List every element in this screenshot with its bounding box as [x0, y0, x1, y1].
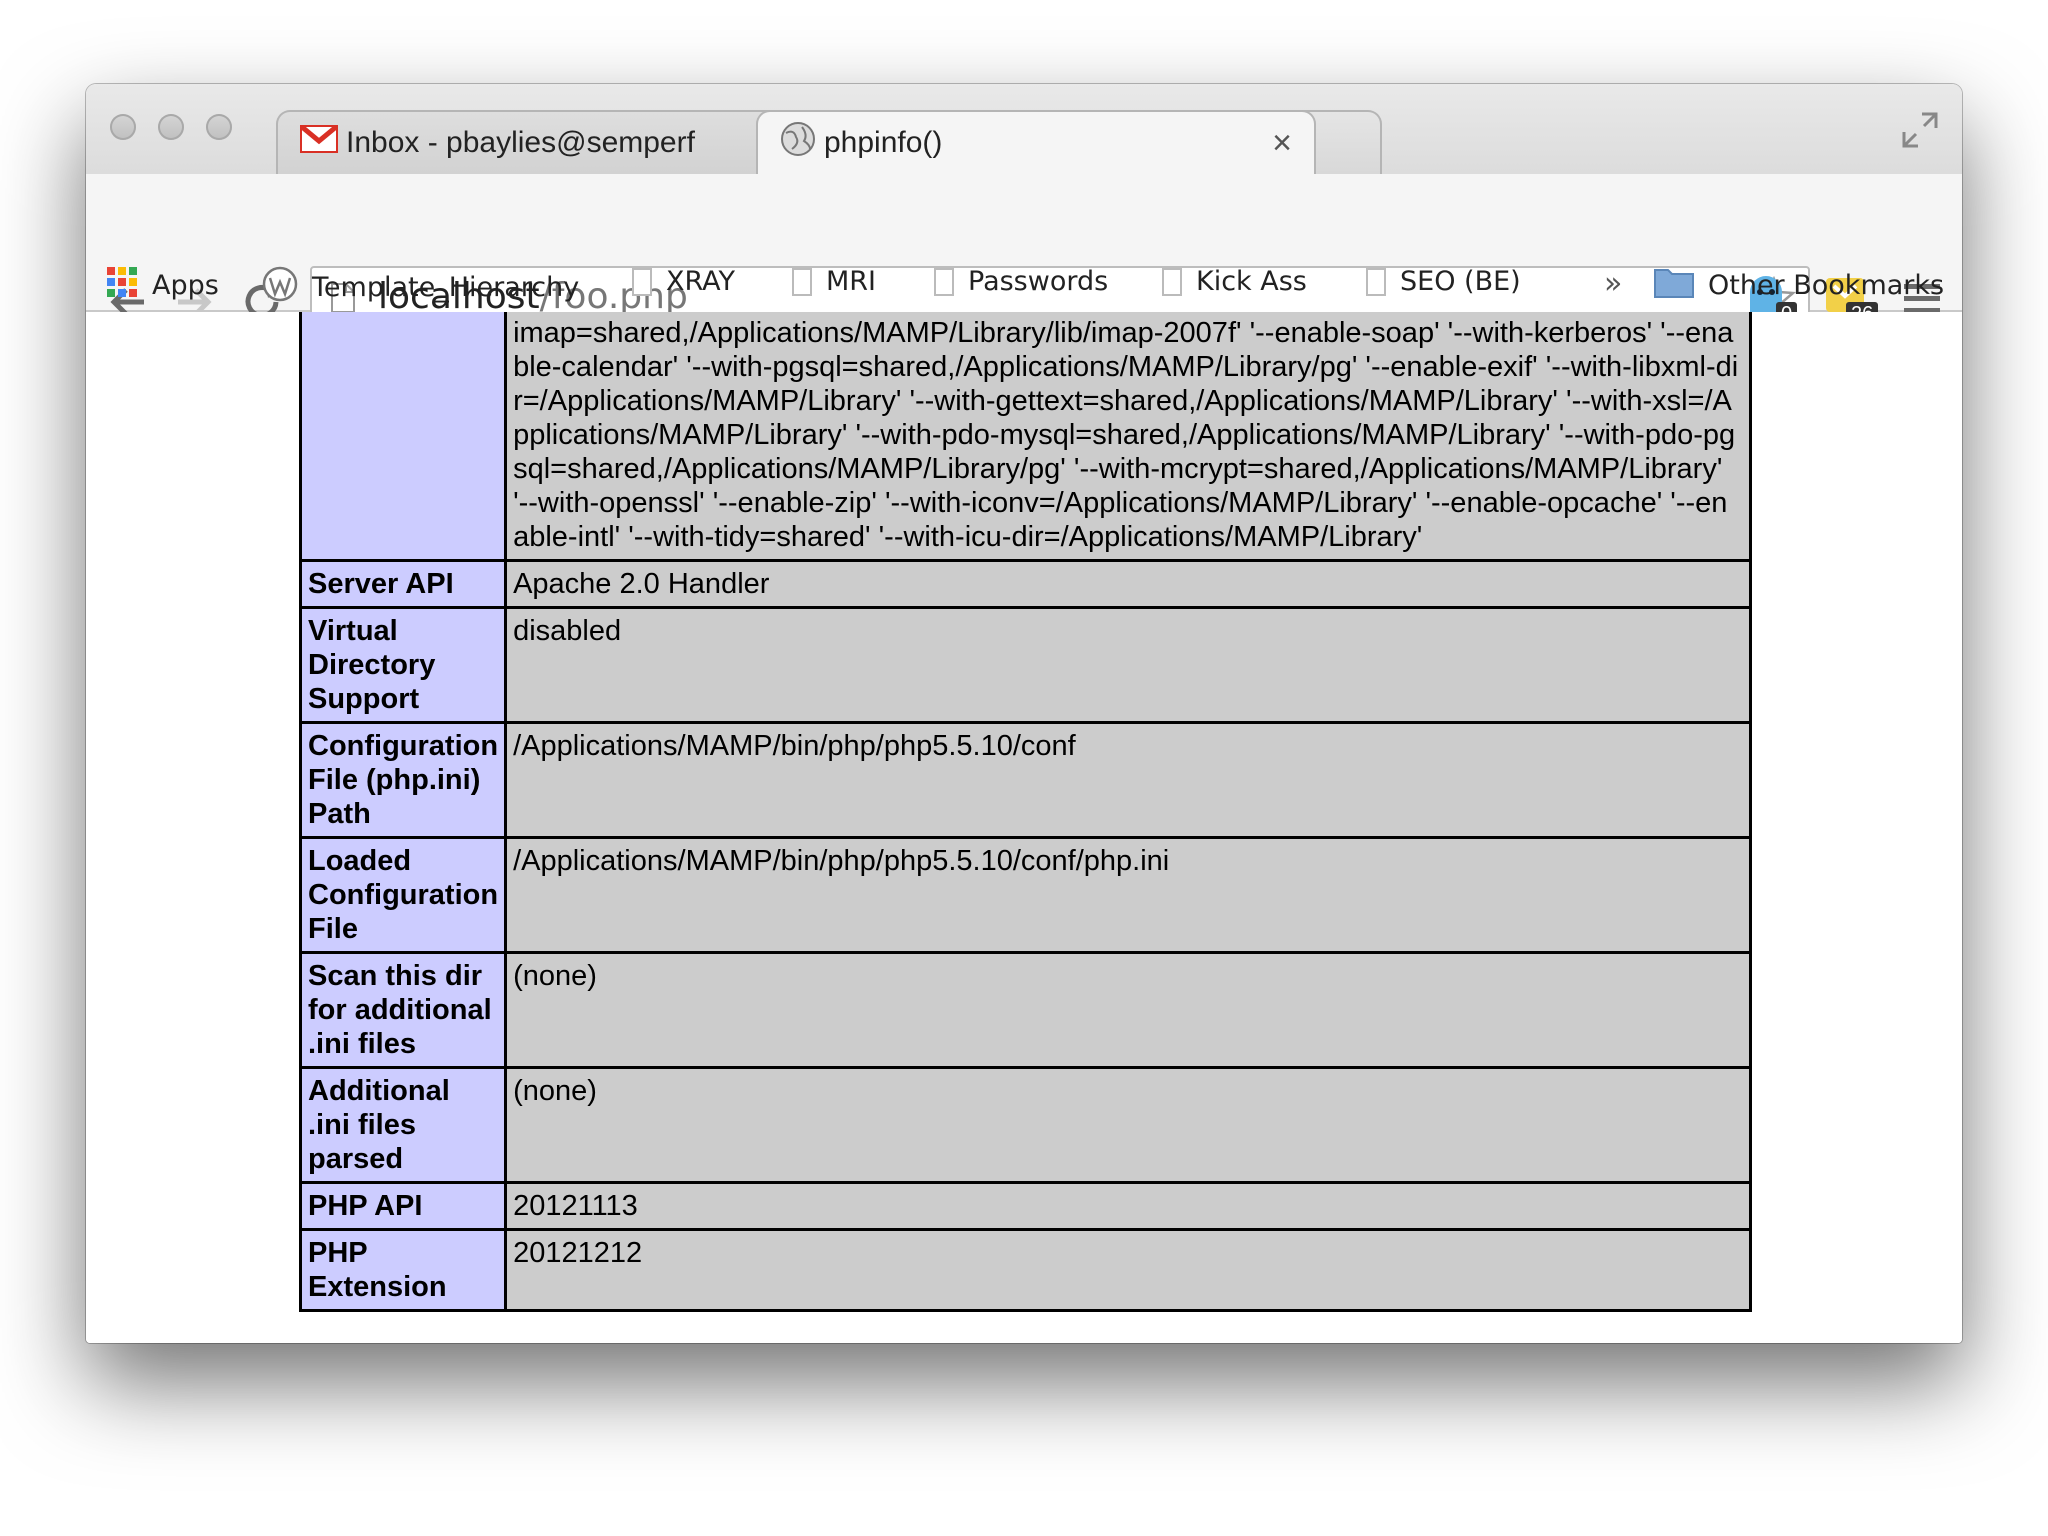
table-row: Virtual Directory Support disabled [298, 606, 1752, 724]
row-value: /Applications/MAMP/bin/php/php5.5.10/con… [504, 836, 1752, 954]
bookmark-apps-label: Apps [152, 270, 219, 301]
bookmark-apps[interactable]: Apps [106, 266, 219, 305]
bookmark-other-bookmarks-label: Other Bookmarks [1708, 270, 1945, 301]
table-row: Scan this dir for additional .ini files … [298, 951, 1752, 1069]
apps-grid-icon [106, 266, 138, 305]
row-key: Additional .ini files parsed [298, 1066, 508, 1184]
row-key: Server API [298, 559, 508, 609]
bookmark-xray-label: XRAY [666, 266, 736, 297]
row-key: PHP Extension [298, 1228, 508, 1312]
zoom-window-button[interactable] [206, 114, 232, 140]
row-value: 20121212 [504, 1228, 1752, 1312]
row-value: disabled [504, 606, 1752, 724]
bookmark-kick-ass[interactable]: Kick Ass [1162, 266, 1307, 297]
bookmark-mri[interactable]: MRI [792, 266, 876, 297]
title-bar: Inbox - pbaylies@semperf × phpinfo() × [86, 84, 1962, 174]
configure-command-value: imap=shared,/Applications/MAMP/Library/l… [504, 312, 1752, 562]
page-icon [792, 267, 812, 296]
table-row: imap=shared,/Applications/MAMP/Library/l… [298, 312, 1752, 562]
row-key: Loaded Configuration File [298, 836, 508, 954]
bookmark-seo-be[interactable]: SEO (BE) [1366, 266, 1521, 297]
tab-inbox[interactable]: Inbox - pbaylies@semperf × [276, 110, 836, 174]
table-row: PHP API 20121113 [298, 1181, 1752, 1231]
row-key: Configuration File (php.ini) Path [298, 721, 508, 839]
row-value: (none) [504, 1066, 1752, 1184]
row-value: /Applications/MAMP/bin/php/php5.5.10/con… [504, 721, 1752, 839]
bookmarks-overflow-button[interactable]: » [1604, 266, 1622, 301]
bookmarks-bar: Apps Template_Hierarchy XRAY MRI Passwor… [86, 254, 1962, 312]
page-icon [934, 267, 954, 296]
tab-phpinfo[interactable]: phpinfo() × [756, 110, 1316, 174]
bookmark-xray[interactable]: XRAY [632, 266, 735, 297]
row-value: 20121113 [504, 1181, 1752, 1231]
phpinfo-table: imap=shared,/Applications/MAMP/Library/l… [298, 312, 1752, 1312]
gmail-icon [300, 125, 338, 161]
bookmark-template-hierarchy[interactable]: Template_Hierarchy [262, 266, 579, 309]
table-row: Loaded Configuration File /Applications/… [298, 836, 1752, 954]
bookmark-template-hierarchy-label: Template_Hierarchy [312, 272, 580, 303]
browser-window: Inbox - pbaylies@semperf × phpinfo() × [86, 84, 1962, 1343]
globe-icon [780, 121, 816, 165]
bookmark-kick-ass-label: Kick Ass [1196, 266, 1307, 297]
wordpress-icon [262, 266, 298, 309]
fullscreen-icon[interactable] [1900, 110, 1940, 150]
tab-inbox-title: Inbox - pbaylies@semperf [346, 126, 695, 159]
bookmark-passwords-label: Passwords [968, 266, 1109, 297]
minimize-window-button[interactable] [158, 114, 184, 140]
bookmark-other-bookmarks[interactable]: Other Bookmarks [1654, 266, 1944, 305]
row-value: Apache 2.0 Handler [504, 559, 1752, 609]
table-row: Configuration File (php.ini) Path /Appli… [298, 721, 1752, 839]
configure-command-text: imap=shared,/Applications/MAMP/Library/l… [513, 317, 1739, 553]
page-icon [632, 267, 652, 296]
bookmark-mri-label: MRI [826, 266, 877, 297]
row-key: Virtual Directory Support [298, 606, 508, 724]
table-row: Server API Apache 2.0 Handler [298, 559, 1752, 609]
close-window-button[interactable] [110, 114, 136, 140]
bookmark-passwords[interactable]: Passwords [934, 266, 1108, 297]
table-row: PHP Extension 20121212 [298, 1228, 1752, 1312]
configure-command-key [298, 312, 508, 562]
tab-phpinfo-close-icon[interactable]: × [1264, 124, 1300, 163]
folder-icon [1654, 266, 1694, 305]
row-key: Scan this dir for additional .ini files [298, 951, 508, 1069]
row-key: PHP API [298, 1181, 508, 1231]
page-icon [1366, 267, 1386, 296]
table-row: Additional .ini files parsed (none) [298, 1066, 1752, 1184]
bookmark-seo-be-label: SEO (BE) [1400, 266, 1521, 297]
row-value: (none) [504, 951, 1752, 1069]
page-content: imap=shared,/Applications/MAMP/Library/l… [86, 312, 1962, 1343]
page-icon [1162, 267, 1182, 296]
tab-phpinfo-title: phpinfo() [824, 126, 943, 159]
